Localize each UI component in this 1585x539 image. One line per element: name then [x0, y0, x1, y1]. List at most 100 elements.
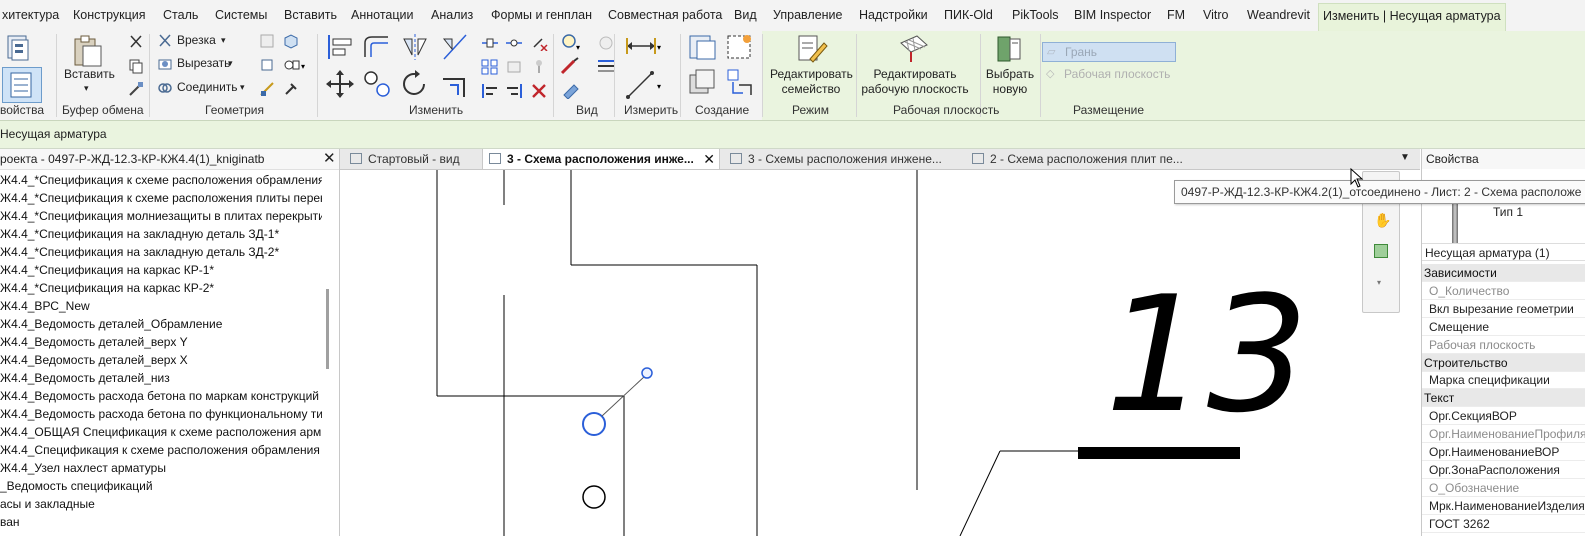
delete-icon[interactable] — [530, 83, 548, 99]
cut-icon[interactable] — [128, 34, 144, 50]
ribbon-tab[interactable]: Надстройки — [859, 8, 928, 22]
tab-view-4[interactable]: 2 - Схема расположения плит пе... — [966, 149, 1220, 169]
pick-new-host-icon[interactable] — [994, 33, 1028, 65]
scrollbar-thumb[interactable] — [326, 289, 329, 369]
create-parts-icon[interactable] — [725, 33, 757, 63]
browser-item[interactable]: Ж4.4_*Спецификация на каркас КР-2* — [0, 279, 322, 297]
demolish-icon[interactable] — [283, 81, 299, 97]
ribbon-tab[interactable]: Вид — [734, 8, 757, 22]
rotate-icon[interactable] — [400, 69, 430, 99]
ribbon-tab[interactable]: FM — [1167, 8, 1185, 22]
pick-new-button-line2[interactable]: новую — [982, 82, 1038, 97]
cut-in-button[interactable]: Врезка — [177, 33, 216, 48]
property-row[interactable]: Рабочая плоскость — [1422, 336, 1585, 354]
property-row[interactable]: Орг.НаименованиеВОР — [1422, 443, 1585, 461]
paint-icon[interactable] — [560, 81, 582, 100]
browser-item[interactable]: Ж4.4_Спецификация к схеме расположения о… — [0, 441, 322, 459]
browser-item[interactable]: Ж4.4_*Спецификация к схеме расположения … — [0, 189, 322, 207]
array-icon[interactable] — [481, 59, 499, 75]
geometry-tool-icon[interactable] — [259, 57, 275, 73]
ribbon-tab[interactable]: хитектура — [2, 8, 59, 22]
geometry-tool-icon[interactable] — [283, 33, 299, 49]
tab-active-view[interactable]: 3 - Схема расположения инже... ✕ — [482, 149, 720, 169]
chevron-down-icon[interactable]: ▾ — [221, 33, 226, 48]
face-option[interactable]: ▱ Грань — [1042, 42, 1176, 62]
chevron-down-icon[interactable]: ▾ — [1377, 278, 1381, 287]
paste-icon[interactable] — [70, 34, 104, 68]
property-row[interactable]: Вкл вырезание геометрии — [1422, 300, 1585, 318]
drawing-canvas[interactable]: 13 — [340, 170, 1420, 537]
line-style-icon[interactable] — [596, 57, 616, 75]
align-left-icon[interactable] — [481, 83, 499, 99]
browser-item[interactable]: Ж4.4_*Спецификация к схеме расположения … — [0, 171, 322, 189]
instance-selector[interactable]: Несущая арматура (1) — [1422, 243, 1585, 261]
browser-item[interactable]: Ж4.4_Ведомость деталей_Обрамление — [0, 315, 322, 333]
edit-family-icon[interactable] — [796, 33, 828, 65]
split-with-gap-icon[interactable] — [505, 35, 523, 51]
ribbon-tab[interactable]: Вставить — [284, 8, 337, 22]
browser-item[interactable]: Ж4.4_*Спецификация на каркас КР-1* — [0, 261, 322, 279]
browser-item[interactable]: Ж4.4_ВРС_New — [0, 297, 322, 315]
copy-element-icon[interactable] — [362, 69, 392, 99]
copy-icon[interactable] — [128, 58, 144, 74]
property-row[interactable]: Марка спецификации — [1422, 371, 1585, 390]
property-row[interactable]: Орг.ЗонаРасположения — [1422, 461, 1585, 479]
chevron-down-icon[interactable]: ▾ — [240, 80, 245, 95]
close-icon[interactable]: ✕ — [323, 149, 336, 167]
ribbon-tab[interactable]: Совместная работа — [608, 8, 722, 22]
close-icon[interactable]: ✕ — [703, 149, 715, 169]
align-right-icon[interactable] — [505, 83, 523, 99]
paste-button[interactable]: Вставить — [64, 67, 115, 82]
zoom-icon[interactable] — [1374, 244, 1388, 258]
join-button[interactable]: Соединить — [177, 80, 238, 95]
browser-item[interactable]: Ж4.4_*Спецификация на закладную деталь З… — [0, 225, 322, 243]
property-category[interactable]: Текст — [1422, 389, 1585, 408]
property-row[interactable]: Мрк.НаименованиеИзделия — [1422, 497, 1585, 515]
property-row[interactable]: Орг.НаименованиеПрофиля — [1422, 425, 1585, 444]
mirror-draw-axis-icon[interactable] — [440, 33, 470, 61]
ribbon-tab[interactable]: Системы — [215, 8, 267, 22]
scrollbar[interactable] — [324, 169, 332, 536]
geometry-tool-icon[interactable]: ▾ — [283, 57, 307, 73]
ribbon-tab[interactable]: Weandrevit — [1247, 8, 1310, 22]
match-properties-icon[interactable] — [128, 81, 144, 97]
geometry-tool-icon[interactable] — [259, 33, 275, 49]
ribbon-tab[interactable]: Vitro — [1203, 8, 1228, 22]
align-icon[interactable] — [325, 33, 355, 61]
ribbon-tab[interactable]: Аннотации — [351, 8, 413, 22]
tab-view-3[interactable]: 3 - Схемы расположения инжене... — [724, 149, 978, 169]
type-selector-icon[interactable] — [6, 33, 34, 63]
property-row[interactable]: Смещение — [1422, 318, 1585, 336]
browser-item[interactable]: асы и закладные — [0, 495, 322, 513]
pan-icon[interactable]: ✋ — [1374, 212, 1391, 229]
edit-workplane-button[interactable]: Редактировать — [860, 67, 970, 82]
geometry-tool-icon[interactable] — [259, 81, 275, 97]
browser-item[interactable]: Ж4.4_*Спецификация на закладную деталь З… — [0, 243, 322, 261]
properties-button[interactable] — [2, 67, 42, 103]
ribbon-tab[interactable]: PikTools — [1012, 8, 1059, 22]
property-row[interactable]: Орг.СекцияВОР — [1422, 407, 1585, 426]
hide-in-view-icon[interactable]: ▾ — [560, 33, 582, 53]
tab-start-view[interactable]: Стартовый - вид — [344, 149, 498, 169]
create-group-icon[interactable] — [687, 67, 719, 99]
offset-icon[interactable] — [362, 33, 392, 61]
property-row[interactable]: ГОСТ 3262 — [1422, 515, 1585, 533]
ribbon-tab[interactable]: Формы и генплан — [491, 8, 592, 22]
chevron-down-icon[interactable]: ▾ — [84, 81, 89, 96]
measure-between-icon[interactable]: ▾ — [624, 35, 664, 57]
ribbon-tab[interactable]: Управление — [773, 8, 843, 22]
create-assembly-icon[interactable] — [687, 33, 719, 63]
ribbon-tab[interactable]: Конструкция — [73, 8, 146, 22]
browser-item[interactable]: ван — [0, 513, 322, 531]
edit-workplane-icon[interactable] — [897, 33, 931, 65]
ribbon-tab[interactable]: Сталь — [163, 8, 198, 22]
browser-item[interactable]: Ж4.4_*Спецификация молниезащиты в плитах… — [0, 207, 322, 225]
tab-list-dropdown-icon[interactable]: ▼ — [1400, 152, 1410, 163]
browser-item[interactable]: Ж4.4_Ведомость деталей_верх Y — [0, 333, 322, 351]
ribbon-tab-active[interactable]: Изменить | Несущая арматура — [1318, 3, 1506, 32]
move-icon[interactable] — [325, 69, 355, 99]
trim-extend-icon[interactable] — [440, 69, 470, 99]
aligned-dimension-icon[interactable]: ▾ — [624, 67, 664, 101]
create-similar-icon[interactable] — [725, 67, 757, 99]
browser-item[interactable]: _Ведомость спецификаций — [0, 477, 322, 495]
